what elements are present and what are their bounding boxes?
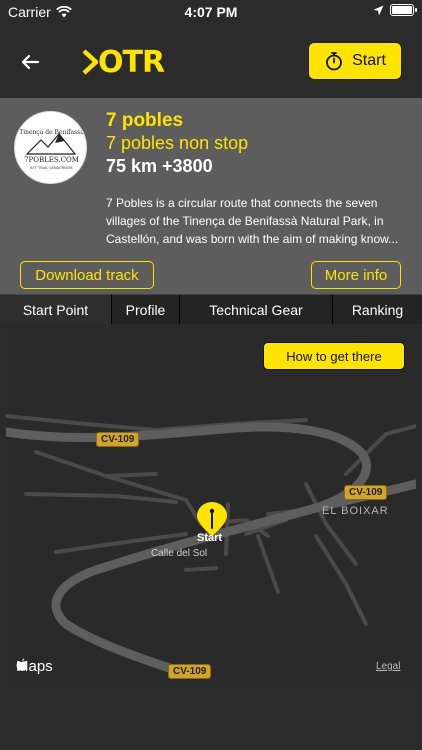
route-avatar: Tinença de Benifassà 7POBLES.COM BTT·TRA… — [14, 111, 87, 184]
tab-technical-gear[interactable]: Technical Gear — [180, 294, 333, 324]
apple-logo-icon — [16, 658, 28, 671]
status-bar: Carrier 4:07 PM — [0, 0, 422, 24]
tab-start-point[interactable]: Start Point — [0, 294, 112, 324]
battery-icon — [390, 4, 417, 16]
avatar-line-3: BTT·TRAIL·SENDERISME — [30, 166, 73, 170]
download-track-button[interactable]: Download track — [20, 261, 154, 289]
route-subtitle: 7 pobles non stop — [106, 133, 249, 153]
maps-brand: Maps — [16, 658, 53, 675]
logo-chevron-icon — [82, 49, 98, 75]
street-label: Calle del Sol — [151, 548, 208, 559]
route-info-panel: Tinença de Benifassà 7POBLES.COM BTT·TRA… — [0, 98, 422, 294]
tab-profile[interactable]: Profile — [112, 294, 180, 324]
location-arrow-icon — [373, 5, 384, 15]
stopwatch-icon — [326, 52, 342, 71]
map-roads — [6, 414, 416, 677]
avatar-line-1: Tinença de Benifassà — [19, 129, 84, 136]
map-view[interactable]: How to get there CV-109 CV-109 CV-109 EL… — [6, 324, 416, 684]
bottom-area — [0, 684, 422, 750]
back-arrow-icon[interactable] — [16, 48, 44, 76]
more-info-button[interactable]: More info — [311, 261, 401, 289]
how-to-get-there-button[interactable]: How to get there — [263, 342, 405, 370]
logo-text: OTR — [98, 44, 165, 80]
tab-ranking[interactable]: Ranking — [333, 294, 422, 324]
route-title: 7 pobles — [106, 110, 184, 131]
route-description: 7 Pobles is a circular route that connec… — [106, 196, 399, 246]
start-button[interactable]: Start — [308, 42, 402, 80]
start-pin-label: Start — [197, 532, 223, 544]
road-label-cv109-north: CV-109 — [96, 432, 140, 447]
road-label-cv109-east: CV-109 — [344, 485, 388, 500]
tab-bar: Start Point Profile Technical Gear Ranki… — [0, 294, 422, 324]
legal-link[interactable]: Legal — [376, 661, 400, 672]
otr-logo: OTR — [82, 44, 165, 80]
route-logo-image: Tinença de Benifassà 7POBLES.COM BTT·TRA… — [19, 129, 84, 170]
place-label: EL BOIXAR — [322, 505, 389, 517]
road-label-cv109-south: CV-109 — [168, 664, 212, 679]
clock: 4:07 PM — [184, 4, 238, 20]
header: OTR Start — [0, 24, 422, 98]
route-stats: 75 km +3800 — [106, 156, 213, 176]
avatar-line-2: 7POBLES.COM — [24, 156, 79, 164]
start-button-label: Start — [352, 52, 386, 69]
